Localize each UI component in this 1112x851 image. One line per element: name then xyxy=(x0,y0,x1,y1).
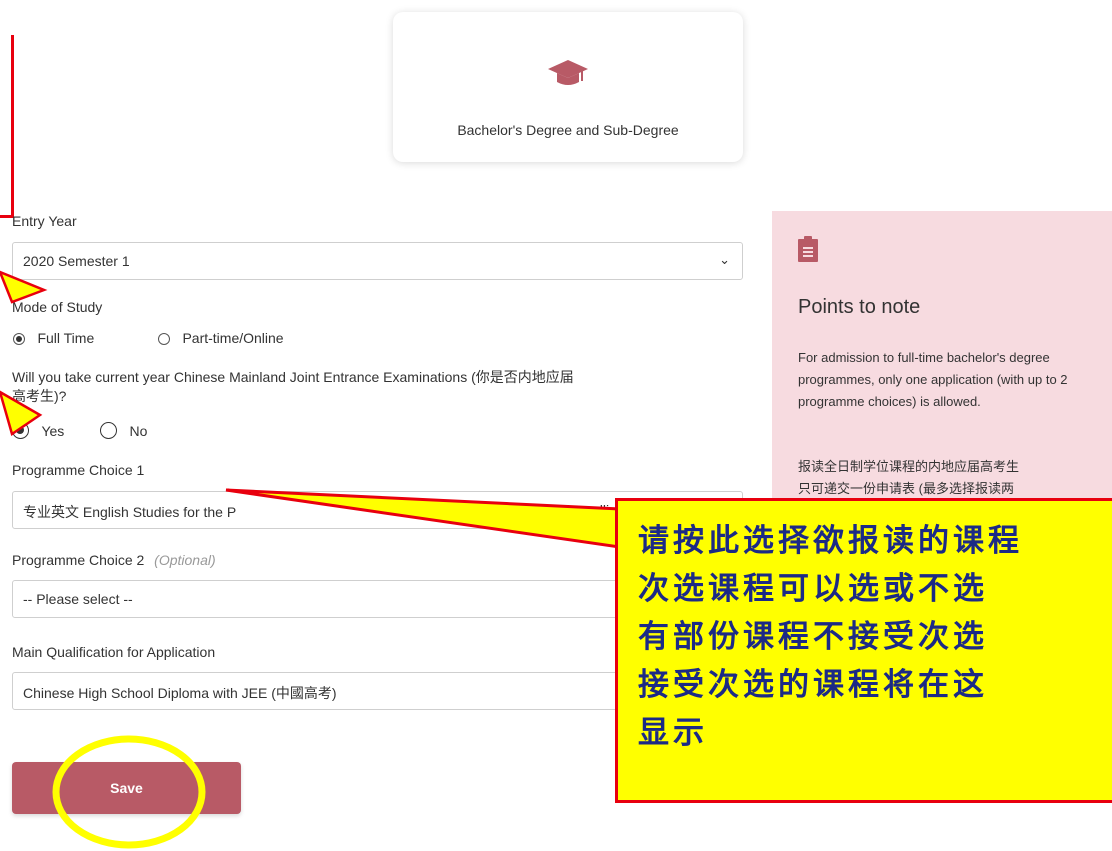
callout-line-3: 有部份课程不接受次选 xyxy=(638,619,988,655)
arrow-to-mode-of-study xyxy=(0,270,48,304)
callout-line-2: 次选课程可以选或不选 xyxy=(638,571,988,607)
arrow-to-programme-choice-1 xyxy=(225,488,642,552)
callout-line-1: 请按此选择欲报读的课程 xyxy=(638,523,1023,559)
save-highlight-ellipse xyxy=(52,735,206,849)
callout-line-4: 接受次选的课程将在这 xyxy=(638,667,988,703)
callout-line-5: 显示 xyxy=(638,715,708,751)
arrow-to-jee-yes xyxy=(0,390,43,437)
annotation-callout: 请按此选择欲报读的课程 次选课程可以选或不选 有部份课程不接受次选 接受次选的课… xyxy=(615,498,1112,803)
